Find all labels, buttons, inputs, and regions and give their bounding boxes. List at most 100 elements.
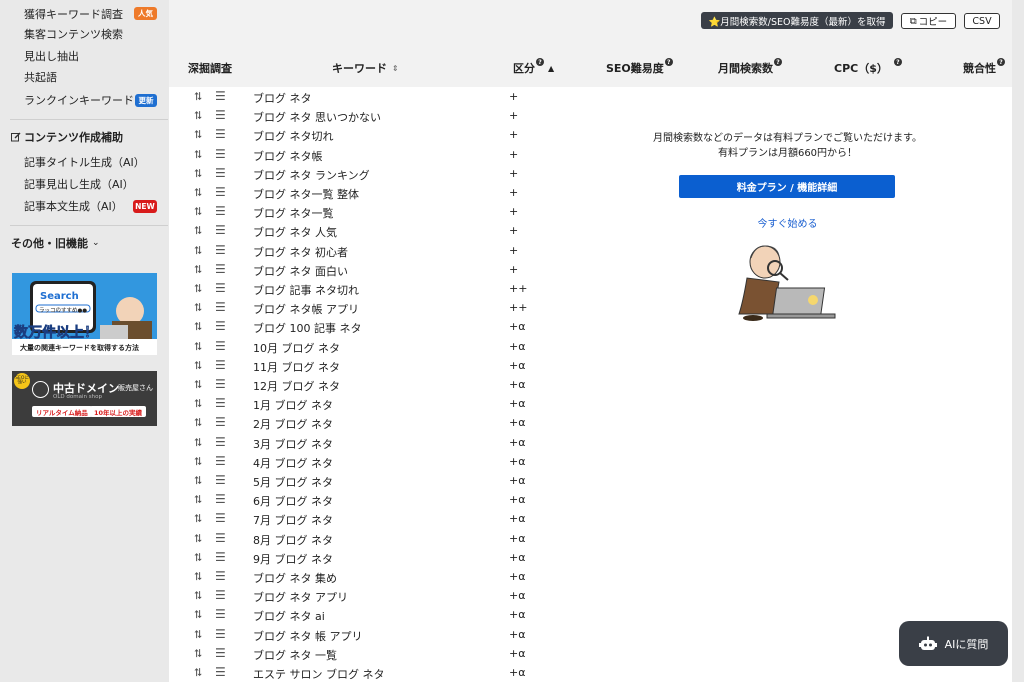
menu-icon[interactable]: ☰ (215, 473, 226, 487)
keyword-cell: ブログ ネタ帳 アプリ (253, 303, 359, 317)
menu-icon[interactable]: ☰ (215, 454, 226, 468)
drill-down-icon[interactable]: ⮁ (193, 512, 202, 526)
drill-down-icon[interactable]: ⮁ (193, 148, 202, 162)
drill-down-icon[interactable]: ⮁ (193, 551, 202, 565)
drill-down-icon[interactable]: ⮁ (193, 628, 202, 642)
drill-down-icon[interactable]: ⮁ (193, 397, 202, 411)
sidebar-divider (10, 225, 168, 226)
menu-icon[interactable]: ☰ (215, 646, 226, 660)
fetch-data-button[interactable]: ⭐月間検索数/SEO難易度（最新）を取得 (701, 12, 893, 29)
menu-icon[interactable]: ☰ (215, 147, 226, 161)
help-icon[interactable]: ? (893, 58, 902, 66)
drill-down-icon[interactable]: ⮁ (193, 320, 202, 334)
banner2-suffix: 販売屋さん (118, 384, 153, 392)
table-row: ⮁ ☰ 1月 ブログ ネタ +α (169, 394, 563, 413)
menu-icon[interactable]: ☰ (215, 550, 226, 564)
menu-icon[interactable]: ☰ (215, 607, 226, 621)
menu-icon[interactable]: ☰ (215, 166, 226, 180)
menu-icon[interactable]: ☰ (215, 492, 226, 506)
menu-icon[interactable]: ☰ (215, 665, 226, 679)
sidebar-item-body-gen[interactable]: 記事本文生成（AI） (24, 197, 123, 215)
menu-icon[interactable]: ☰ (215, 377, 226, 391)
ai-question-button[interactable]: AIに質問 (899, 621, 1008, 666)
drill-down-icon[interactable]: ⮁ (193, 474, 202, 488)
help-icon[interactable]: ? (536, 58, 544, 66)
table-row: ⮁ ☰ ブログ ネタ + (169, 87, 563, 106)
menu-icon[interactable]: ☰ (215, 185, 226, 199)
banner-keyword-tool[interactable]: Search ラッコのすすめ●● 数万件以上！ 大量の関連キーワードを取得する方… (12, 273, 157, 355)
menu-icon[interactable]: ☰ (215, 396, 226, 410)
sidebar-item-heading-extract[interactable]: 見出し抽出 (24, 47, 79, 65)
drill-down-icon[interactable]: ⮁ (193, 666, 202, 680)
menu-icon[interactable]: ☰ (215, 89, 226, 103)
drill-down-icon[interactable]: ⮁ (193, 109, 202, 123)
csv-button[interactable]: CSV (964, 13, 1000, 29)
drill-down-icon[interactable]: ⮁ (193, 224, 202, 238)
shop-logo-icon (32, 381, 49, 398)
menu-icon[interactable]: ☰ (215, 435, 226, 449)
keyword-cell: 11月 ブログ ネタ (253, 360, 340, 374)
drill-down-icon[interactable]: ⮁ (193, 455, 202, 469)
drill-down-icon[interactable]: ⮁ (193, 128, 202, 142)
help-icon[interactable]: ? (774, 58, 782, 66)
drill-down-icon[interactable]: ⮁ (193, 301, 202, 315)
drill-down-icon[interactable]: ⮁ (193, 570, 202, 584)
sidebar-item-heading-gen[interactable]: 記事見出し生成（AI） (24, 175, 134, 193)
drill-down-icon[interactable]: ⮁ (193, 532, 202, 546)
menu-icon[interactable]: ☰ (215, 339, 226, 353)
header-keyword[interactable]: キーワード ⇕ (332, 60, 399, 76)
drill-down-icon[interactable]: ⮁ (193, 263, 202, 277)
help-icon[interactable]: ? (997, 58, 1005, 66)
drill-down-icon[interactable]: ⮁ (193, 436, 202, 450)
drill-down-icon[interactable]: ⮁ (193, 244, 202, 258)
menu-icon[interactable]: ☰ (215, 511, 226, 525)
menu-icon[interactable]: ☰ (215, 569, 226, 583)
sidebar-item-rankin-keyword[interactable]: ランクインキーワード (24, 91, 134, 109)
drill-down-icon[interactable]: ⮁ (193, 186, 202, 200)
help-icon[interactable]: ? (664, 58, 673, 66)
menu-icon[interactable]: ☰ (215, 108, 226, 122)
drill-down-icon[interactable]: ⮁ (193, 359, 202, 373)
menu-icon[interactable]: ☰ (215, 223, 226, 237)
sidebar-item-title-gen[interactable]: 記事タイトル生成（AI） (24, 153, 145, 171)
drill-down-icon[interactable]: ⮁ (193, 608, 202, 622)
menu-icon[interactable]: ☰ (215, 627, 226, 641)
table-row: ⮁ ☰ 8月 ブログ ネタ +α (169, 529, 563, 548)
drill-down-icon[interactable]: ⮁ (193, 647, 202, 661)
paywall-panel: 月間検索数などのデータは有料プランでご覧いただけます。 有料プランは月額660円… (563, 87, 1012, 682)
start-now-link[interactable]: 今すぐ始める (563, 215, 1012, 230)
menu-icon[interactable]: ☰ (215, 127, 226, 141)
drill-down-icon[interactable]: ⮁ (193, 378, 202, 392)
menu-icon[interactable]: ☰ (215, 531, 226, 545)
sidebar-item-keyword-research[interactable]: 獲得キーワード調査 (24, 5, 123, 23)
menu-icon[interactable]: ☰ (215, 358, 226, 372)
keyword-cell: ブログ ネタ 集め (253, 572, 337, 585)
drill-down-icon[interactable]: ⮁ (193, 416, 202, 430)
menu-icon[interactable]: ☰ (215, 300, 226, 314)
menu-icon[interactable]: ☰ (215, 243, 226, 257)
other-features-toggle[interactable]: その他・旧機能 ⌄ (11, 235, 100, 251)
copy-icon: ⧉ (909, 15, 917, 27)
copy-button[interactable]: ⧉ コピー (901, 13, 956, 29)
menu-icon[interactable]: ☰ (215, 588, 226, 602)
table-row: ⮁ ☰ 10月 ブログ ネタ +α (169, 337, 563, 356)
banner-domain-shop[interactable]: SEOに強い 中古ドメイン 販売屋さん OLD domain shop リアルタ… (12, 371, 157, 426)
drill-down-icon[interactable]: ⮁ (193, 493, 202, 507)
drill-down-icon[interactable]: ⮁ (193, 90, 202, 104)
header-category[interactable]: 区分 ? ▲ (513, 58, 554, 76)
menu-icon[interactable]: ☰ (215, 319, 226, 333)
drill-down-icon[interactable]: ⮁ (193, 340, 202, 354)
sidebar-item-content-search[interactable]: 集客コンテンツ検索 (24, 25, 123, 43)
keyword-cell: 9月 ブログ ネタ (253, 552, 333, 566)
drill-down-icon[interactable]: ⮁ (193, 167, 202, 181)
keyword-cell: ブログ ネタ (253, 92, 312, 105)
sidebar-item-cooccurrence[interactable]: 共起語 (24, 68, 57, 86)
plan-details-button[interactable]: 料金プラン / 機能詳細 (679, 175, 895, 198)
menu-icon[interactable]: ☰ (215, 262, 226, 276)
drill-down-icon[interactable]: ⮁ (193, 282, 202, 296)
menu-icon[interactable]: ☰ (215, 281, 226, 295)
drill-down-icon[interactable]: ⮁ (193, 205, 202, 219)
menu-icon[interactable]: ☰ (215, 415, 226, 429)
menu-icon[interactable]: ☰ (215, 204, 226, 218)
drill-down-icon[interactable]: ⮁ (193, 589, 202, 603)
